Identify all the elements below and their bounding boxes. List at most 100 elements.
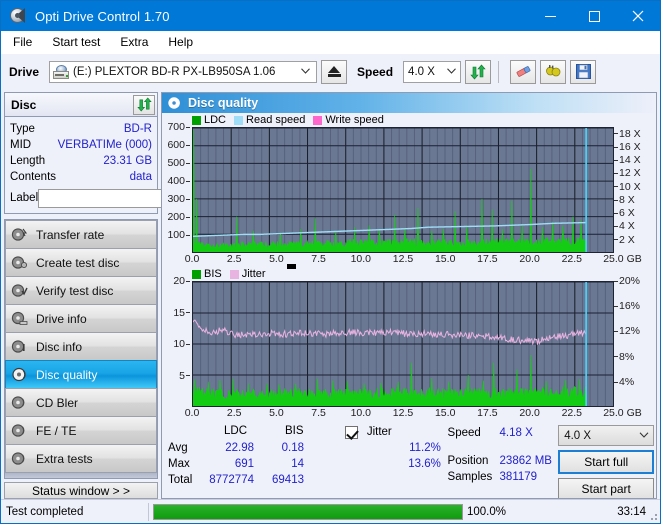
maximize-icon[interactable]	[572, 1, 616, 31]
sidebar-item-label: Drive info	[36, 311, 87, 326]
legend-swatch	[234, 115, 244, 125]
jitter-checkbox[interactable]	[344, 426, 358, 439]
save-button[interactable]	[570, 59, 597, 84]
y-tick-label: 700	[167, 121, 190, 133]
legend-entry-bis: BIS	[192, 268, 222, 280]
menu-extra[interactable]: Extra	[115, 33, 157, 51]
x-tick-label: 7.5	[311, 253, 326, 265]
disc-drive-icon	[11, 311, 29, 327]
legend-label: BIS	[204, 268, 222, 280]
eraser-icon	[516, 66, 530, 77]
x-tick-label: 10.0	[350, 407, 372, 419]
menu-file[interactable]: File	[8, 33, 41, 51]
drive-select[interactable]: (E:) PLEXTOR BD-R PX-LB950SA 1.06	[49, 60, 318, 83]
legend-entry-jitter: Jitter	[229, 268, 266, 280]
progress-percent-text: 100.0%	[467, 505, 507, 518]
x-tick-label: 5.0	[269, 407, 284, 419]
toolbar-separator	[498, 60, 500, 83]
sidebar-item-label: CD Bler	[36, 395, 79, 410]
sidebar: Disc Type BD-R MID VERBATIMe (000) Lengt…	[1, 89, 243, 499]
y2-tick-label: 4 X	[614, 220, 635, 232]
speed-result-value: 4.18 X	[499, 427, 533, 439]
sidebar-item-extra-tests[interactable]: Extra tests	[5, 444, 157, 472]
disc-panel: Disc Type BD-R MID VERBATIMe (000) Lengt…	[4, 92, 243, 214]
disc-label-key: Label	[10, 192, 39, 204]
disc-properties: Type BD-R MID VERBATIMe (000) Length 23.…	[5, 117, 243, 213]
x-tick-label: 12.5	[392, 253, 414, 265]
disc-quality-icon	[11, 367, 29, 383]
main-panel: Disc quality LDC Read speed Write speed …	[161, 92, 657, 499]
erase-disc-button[interactable]	[510, 59, 537, 84]
jitter-block: Jitter 11.2% 13.6%	[337, 425, 448, 494]
start-full-button[interactable]: Start full	[558, 450, 655, 474]
sidebar-item-fe-te[interactable]: FE / TE	[5, 416, 157, 444]
close-icon[interactable]	[616, 1, 660, 31]
sidebar-item-label: Transfer rate	[36, 227, 105, 242]
menu-start-test[interactable]: Start test	[47, 33, 109, 51]
y-tick-label: 200	[167, 211, 190, 223]
plugs-button[interactable]	[540, 59, 567, 84]
sidebar-filler	[5, 472, 157, 478]
sidebar-item-transfer-rate[interactable]: Transfer rate	[5, 220, 157, 248]
app-window: Opti Drive Control 1.70 File Start test …	[0, 0, 661, 524]
legend-label: LDC	[204, 114, 227, 126]
speed-result-label: Speed	[447, 427, 481, 439]
y-tick-label: 100	[167, 229, 190, 241]
x-tick-label: 25.0 GB	[603, 407, 642, 419]
sidebar-item-disc-quality[interactable]: Disc quality	[5, 360, 157, 388]
disc-row-length: Length 23.31 GB	[10, 153, 152, 169]
status-window-button[interactable]: Status window > >	[4, 482, 158, 499]
stats-avg-jitter: 11.2%	[409, 442, 441, 454]
speed-label: Speed	[357, 64, 394, 79]
x-tick-label: 15.0	[434, 407, 456, 419]
status-message: Test completed	[1, 502, 149, 521]
sidebar-item-label: Extra tests	[36, 451, 93, 466]
disc-extra-icon	[11, 451, 29, 467]
sidebar-item-cd-bler[interactable]: CD Bler	[5, 388, 157, 416]
speed-select[interactable]: 4.0 X	[403, 60, 462, 83]
legend-label: Jitter	[241, 268, 266, 280]
refresh-drive-button[interactable]	[465, 59, 492, 84]
sidebar-item-disc-info[interactable]: Disc info	[5, 332, 157, 360]
x-tick-label: 15.0	[434, 253, 456, 265]
position-value: 23862 MB	[499, 455, 552, 467]
eject-button[interactable]	[321, 59, 348, 84]
disc-row-key: Length	[10, 155, 46, 167]
drive-toolbar: Drive (E:) PLEXTOR BD-R PX-LB950SA 1.06 …	[1, 53, 660, 89]
stats-max-jitter: 13.6%	[408, 458, 441, 470]
y2-tick-label: 10 X	[614, 181, 641, 193]
y2-tick-label: 12%	[614, 325, 640, 337]
y2-tick-label: 20%	[614, 275, 640, 287]
x-tick-label: 25.0 GB	[603, 253, 642, 265]
x-tick-label: 2.5	[226, 407, 242, 419]
menu-help[interactable]: Help	[163, 33, 202, 51]
disc-refresh-button[interactable]	[133, 94, 155, 115]
sidebar-item-drive-info[interactable]: Drive info	[5, 304, 157, 332]
stats-col-ldc: LDC	[224, 425, 248, 437]
bis-chart-legend: BIS Jitter	[162, 264, 656, 281]
y-tick-label: 5	[179, 370, 190, 382]
y2-tick-label: 8 X	[614, 194, 635, 206]
start-part-button[interactable]: Start part	[558, 478, 655, 498]
stats-total-ldc: 8772774	[209, 474, 254, 486]
stats-col-bis: BIS	[285, 425, 304, 437]
ldc-y-axis-left: 100 200 300 400 500 600 700	[162, 121, 192, 253]
sidebar-item-label: FE / TE	[36, 423, 77, 438]
test-speed-select[interactable]: 4.0 X	[558, 425, 655, 446]
stats-row-label-max: Max	[168, 458, 190, 470]
x-tick-label: 12.5	[392, 407, 414, 419]
y-tick-label: 15	[173, 307, 190, 319]
x-tick-label: 17.5	[477, 253, 498, 265]
bis-x-axis: 0.0 2.5 5.0 7.5 10.0 12.5 15.0 17.5 20.0 22.5 25.0…	[185, 407, 642, 421]
minimize-icon[interactable]	[528, 1, 572, 31]
legend-entry-write-speed: Write speed	[313, 114, 384, 126]
stats-table: LDC BIS Avg Max Total 22.98 691 8772774 …	[168, 425, 337, 494]
disc-panel-header: Disc	[5, 93, 157, 117]
disc-quality-icon	[168, 97, 180, 109]
sidebar-item-verify-test-disc[interactable]: Verify test disc	[5, 276, 157, 304]
drive-select-value: (E:) PLEXTOR BD-R PX-LB950SA 1.06	[73, 65, 276, 78]
sidebar-item-create-test-disc[interactable]: Create test disc	[5, 248, 157, 276]
action-buttons: 4.0 X Start full Start part	[558, 425, 655, 498]
charts-area: LDC Read speed Write speed 100 200 300 400 5…	[162, 113, 656, 421]
x-tick-label: 2.5	[226, 253, 242, 265]
